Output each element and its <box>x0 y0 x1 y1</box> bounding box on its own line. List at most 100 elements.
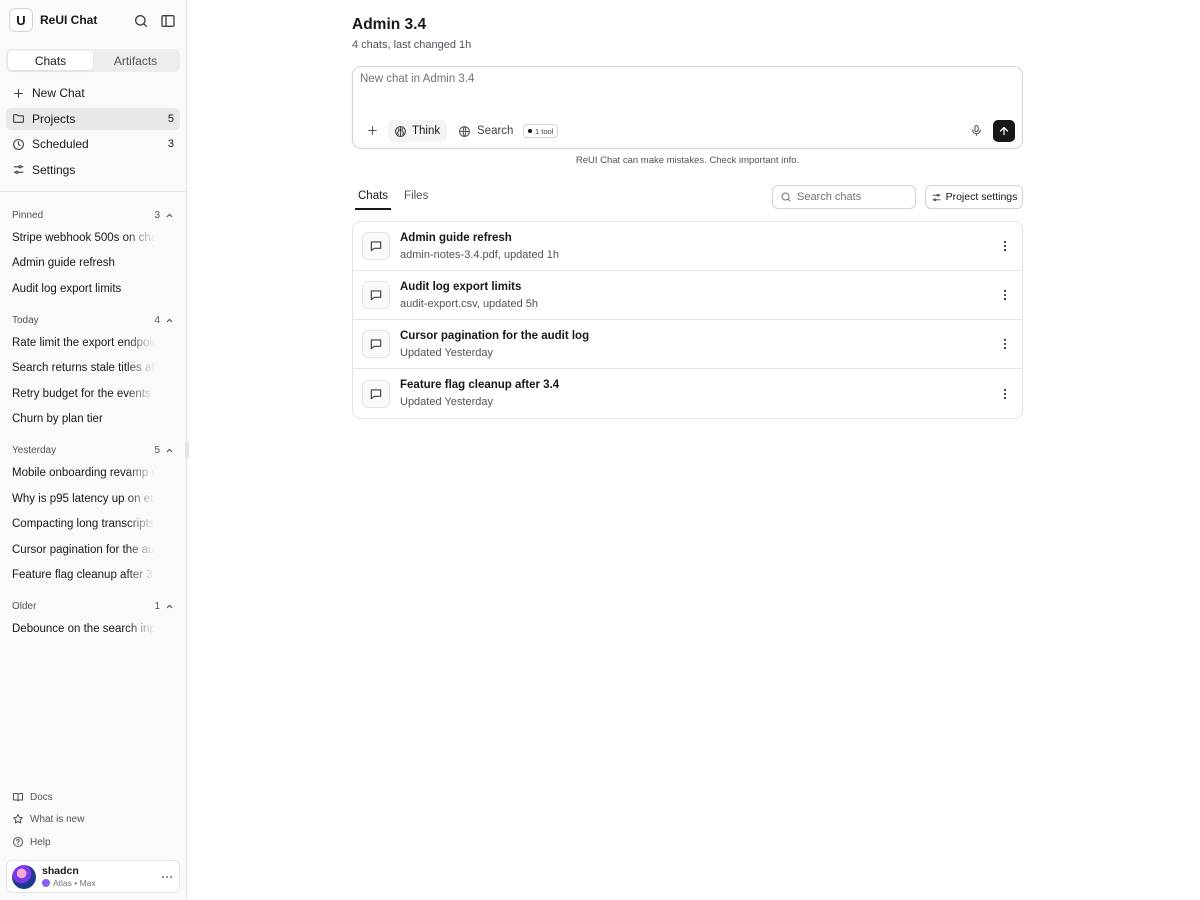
folder-icon <box>12 112 25 125</box>
project-settings-button[interactable]: Project settings <box>925 185 1023 209</box>
conversation-item[interactable]: Search returns stale titles after rename <box>12 362 155 374</box>
group-label: Yesterday <box>12 444 57 456</box>
chat-title: Audit log export limits <box>400 280 522 293</box>
chat-title: Admin guide refresh <box>400 231 512 244</box>
nav-new-chat[interactable]: New Chat <box>6 82 180 104</box>
group-header-yesterday[interactable]: Yesterday 5 <box>12 443 174 457</box>
add-attachment-icon[interactable] <box>366 124 379 137</box>
project-settings-label: Project settings <box>945 191 1018 203</box>
sidebar-nav: New Chat Projects 5 Scheduled 3 Settings <box>6 82 180 184</box>
chat-composer: Think Search 1 tool <box>352 66 1023 149</box>
nav-label: Projects <box>32 111 76 126</box>
chat-text: Feature flag cleanup after 3.4 Updated Y… <box>400 379 998 408</box>
tab-files[interactable]: Files <box>401 188 431 210</box>
more-vertical-icon[interactable] <box>998 288 1012 302</box>
chevron-up-icon <box>165 211 174 220</box>
arrow-up-icon <box>999 126 1009 136</box>
sidebar-resize-handle[interactable] <box>185 441 189 459</box>
search-chats-field <box>772 185 916 209</box>
search-chats-input[interactable] <box>797 191 907 203</box>
chat-title: Feature flag cleanup after 3.4 <box>400 379 560 391</box>
chevron-up-icon <box>165 446 174 455</box>
conversation-item[interactable]: Churn by plan tier <box>12 413 155 425</box>
microphone-icon[interactable] <box>970 124 983 137</box>
group-label: Today <box>12 314 39 326</box>
footer-link-docs[interactable]: Docs <box>12 791 53 803</box>
disclaimer-text: ReUI Chat can make mistakes. Check impor… <box>575 155 800 166</box>
nav-count: 3 <box>167 138 174 150</box>
group-label: Pinned <box>12 209 44 221</box>
conversation-item[interactable]: Why is p95 latency up on eu-west <box>12 493 155 505</box>
segment-artifacts[interactable]: Artifacts <box>93 51 178 70</box>
conversation-item[interactable]: Feature flag cleanup after 3.4 <box>12 569 155 581</box>
group-count: 1 <box>154 600 160 612</box>
tools-badge[interactable]: 1 tool <box>523 124 559 138</box>
group-header-pinned[interactable]: Pinned 3 <box>12 208 174 222</box>
chat-text: Admin guide refresh admin-notes-3.4.pdf,… <box>400 232 998 261</box>
conversation-item[interactable]: Cursor pagination for the audit log <box>12 544 155 556</box>
more-vertical-icon[interactable] <box>998 337 1012 351</box>
group-header-today[interactable]: Today 4 <box>12 313 174 327</box>
page-title: Admin 3.4 <box>352 16 427 33</box>
group-count: 3 <box>154 209 160 221</box>
think-toggle-button[interactable]: Think <box>388 120 448 142</box>
segment-chats[interactable]: Chats <box>8 51 93 70</box>
conversation-item[interactable]: Admin guide refresh <box>12 257 155 269</box>
conversation-item[interactable]: Compacting long transcripts <box>12 518 155 530</box>
conversation-item[interactable]: Audit log export limits <box>12 283 155 295</box>
group-header-older[interactable]: Older 1 <box>12 599 174 613</box>
message-square-icon <box>362 281 390 309</box>
conversation-item[interactable]: Retry budget for the events queue <box>12 388 155 400</box>
tab-chats[interactable]: Chats <box>355 188 392 210</box>
more-horizontal-icon[interactable] <box>160 870 174 884</box>
footer-link-help[interactable]: Help <box>12 836 51 848</box>
brand[interactable]: U ReUI Chat <box>9 8 97 32</box>
think-label: Think <box>412 125 441 137</box>
nav-label: Settings <box>32 162 76 177</box>
nav-scheduled[interactable]: Scheduled 3 <box>6 133 180 155</box>
send-button[interactable] <box>993 120 1015 142</box>
search-icon <box>780 191 792 203</box>
book-icon <box>12 791 24 803</box>
avatar <box>12 864 36 889</box>
app-logo: U <box>9 8 33 32</box>
globe-icon <box>458 125 471 138</box>
chat-row[interactable]: Feature flag cleanup after 3.4 Updated Y… <box>353 369 1022 418</box>
nav-projects[interactable]: Projects 5 <box>6 107 180 130</box>
chat-text: Cursor pagination for the audit log Upda… <box>400 330 998 359</box>
help-circle-icon <box>12 836 24 848</box>
user-card[interactable]: shadcn Atlas • Max <box>6 860 180 893</box>
user-plan-label: Atlas • Max <box>53 877 96 888</box>
conversation-item[interactable]: Debounce on the search input <box>12 623 155 635</box>
conversation-item[interactable]: Rate limit the export endpoint <box>12 337 155 349</box>
nav-label: New Chat <box>32 86 85 100</box>
plus-icon <box>12 87 25 100</box>
page-subtitle: 4 chats, last changed 1h <box>352 39 472 51</box>
chevron-up-icon <box>165 602 174 611</box>
sidebar-toggle-icon[interactable] <box>160 13 176 29</box>
chat-meta: Updated Yesterday <box>400 396 493 408</box>
chat-row[interactable]: Admin guide refresh admin-notes-3.4.pdf,… <box>353 222 1022 271</box>
group-label: Older <box>12 600 37 612</box>
group-count: 4 <box>154 314 160 326</box>
web-search-button[interactable]: Search <box>458 120 513 142</box>
chat-row[interactable]: Cursor pagination for the audit log Upda… <box>353 320 1022 369</box>
footer-link-whats-new[interactable]: What is new <box>12 813 84 825</box>
brain-icon <box>394 125 407 138</box>
message-square-icon <box>362 232 390 260</box>
more-vertical-icon[interactable] <box>998 239 1012 253</box>
conversation-item[interactable]: Mobile onboarding revamp scope <box>12 467 155 479</box>
more-vertical-icon[interactable] <box>998 387 1012 401</box>
conversation-item[interactable]: Stripe webhook 500s on charge <box>12 232 155 244</box>
search-label: Search <box>477 125 514 137</box>
composer-input[interactable] <box>360 73 920 85</box>
chevron-up-icon <box>165 316 174 325</box>
chat-row[interactable]: Audit log export limits audit-export.csv… <box>353 271 1022 320</box>
clock-icon <box>12 138 25 151</box>
tools-badge-label: 1 tool <box>535 126 554 136</box>
chat-meta: audit-export.csv, updated 5h <box>400 297 538 310</box>
chat-text: Audit log export limits audit-export.csv… <box>400 281 998 310</box>
footer-link-label: Help <box>30 836 51 848</box>
search-icon[interactable] <box>133 13 149 29</box>
nav-settings[interactable]: Settings <box>6 159 180 181</box>
